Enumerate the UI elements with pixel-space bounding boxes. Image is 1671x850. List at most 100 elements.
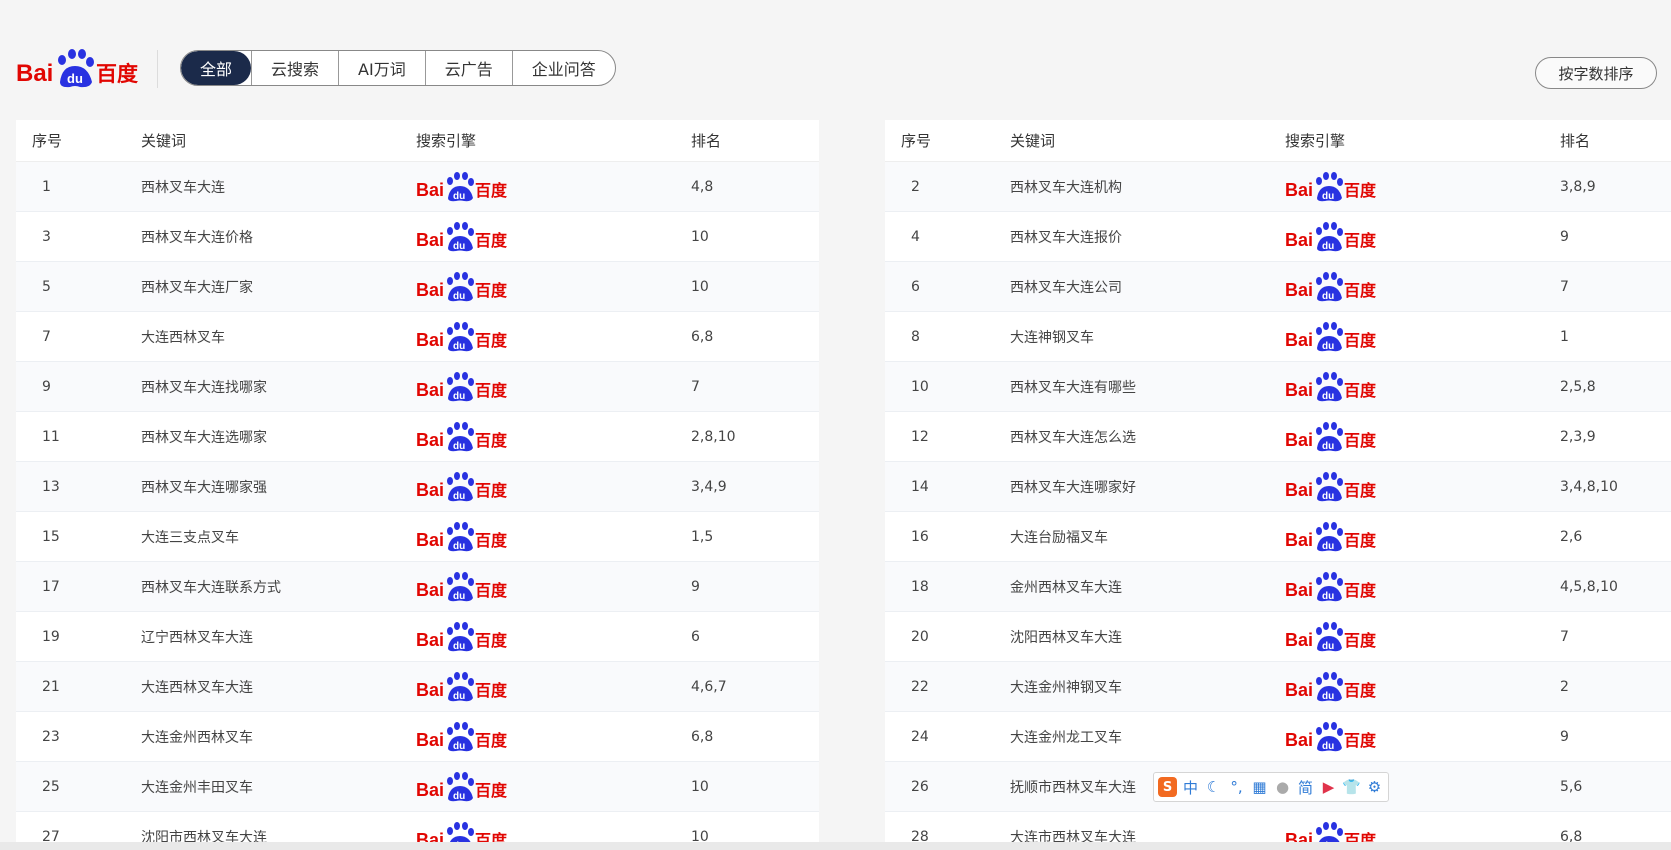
row-keyword[interactable]: 辽宁西林叉车大连 xyxy=(141,627,416,647)
row-keyword[interactable]: 大连台励福叉车 xyxy=(1010,527,1285,547)
tab-cloud-search[interactable]: 云搜索 xyxy=(251,51,338,85)
row-keyword[interactable]: 西林叉车大连 xyxy=(141,177,416,197)
table-row[interactable]: 5 西林叉车大连厂家 Bai du 百度 10 xyxy=(16,262,819,312)
header-divider xyxy=(157,50,158,88)
table-row[interactable]: 8 大连神钢叉车 Bai du 百度 1 xyxy=(885,312,1671,362)
table-row[interactable]: 22 大连金州神钢叉车 Bai du 百度 2 xyxy=(885,662,1671,712)
logo-text-bai: Bai xyxy=(16,60,53,87)
svg-text:百度: 百度 xyxy=(475,731,508,750)
row-engine: Bai du 百度 xyxy=(1285,269,1560,305)
video-icon[interactable]: ▶ xyxy=(1319,777,1338,797)
table-row[interactable]: 7 大连西林叉车 Bai du 百度 6,8 xyxy=(16,312,819,362)
ime-logo-icon[interactable]: S xyxy=(1158,777,1177,797)
table-row[interactable]: 19 辽宁西林叉车大连 Bai du 百度 6 xyxy=(16,612,819,662)
row-keyword[interactable]: 西林叉车大连怎么选 xyxy=(1010,427,1285,447)
svg-text:Bai: Bai xyxy=(1285,380,1313,400)
row-keyword[interactable]: 西林叉车大连有哪些 xyxy=(1010,377,1285,397)
table-row[interactable]: 21 大连西林叉车大连 Bai du 百度 4,6,7 xyxy=(16,662,819,712)
gear-icon[interactable]: ⚙ xyxy=(1365,777,1384,797)
svg-text:du: du xyxy=(453,741,465,752)
row-keyword[interactable]: 西林叉车大连公司 xyxy=(1010,277,1285,297)
row-keyword[interactable]: 沈阳西林叉车大连 xyxy=(1010,627,1285,647)
baidu-engine-icon: Bai du 百度 xyxy=(1285,621,1377,652)
baidu-engine-icon: Bai du 百度 xyxy=(1285,521,1377,552)
table-row[interactable]: 2 西林叉车大连机构 Bai du 百度 3,8,9 xyxy=(885,162,1671,212)
row-keyword[interactable]: 西林叉车大连价格 xyxy=(141,227,416,247)
row-engine: Bai du 百度 xyxy=(416,369,691,405)
row-rank: 6,8 xyxy=(691,728,714,745)
row-keyword[interactable]: 大连金州神钢叉车 xyxy=(1010,677,1285,697)
svg-text:Bai: Bai xyxy=(416,230,444,250)
table-row[interactable]: 9 西林叉车大连找哪家 Bai du 百度 7 xyxy=(16,362,819,412)
row-engine: Bai du 百度 xyxy=(416,719,691,755)
table-row[interactable]: 11 西林叉车大连选哪家 Bai du 百度 2,8,10 xyxy=(16,412,819,462)
table-row[interactable]: 20 沈阳西林叉车大连 Bai du 百度 7 xyxy=(885,612,1671,662)
row-number: 11 xyxy=(42,428,60,445)
row-keyword[interactable]: 金州西林叉车大连 xyxy=(1010,577,1285,597)
table-row[interactable]: 13 西林叉车大连哪家强 Bai du 百度 3,4,9 xyxy=(16,462,819,512)
row-rank: 2,8,10 xyxy=(691,428,736,445)
tab-cloud-ads[interactable]: 云广告 xyxy=(424,51,512,85)
row-keyword[interactable]: 西林叉车大连厂家 xyxy=(141,277,416,297)
svg-text:Bai: Bai xyxy=(416,480,444,500)
baidu-engine-icon: Bai du 百度 xyxy=(1285,371,1377,402)
table-row[interactable]: 25 大连金州丰田叉车 Bai du 百度 10 xyxy=(16,762,819,812)
table-row[interactable]: 6 西林叉车大连公司 Bai du 百度 7 xyxy=(885,262,1671,312)
row-number: 16 xyxy=(911,528,929,545)
row-engine: Bai du 百度 xyxy=(1285,169,1560,205)
user-icon[interactable]: ● xyxy=(1273,777,1292,797)
svg-text:Bai: Bai xyxy=(1285,530,1313,550)
baidu-engine-icon: Bai du 百度 xyxy=(416,671,508,702)
ime-simplified-toggle[interactable]: 简 xyxy=(1296,777,1315,797)
row-number: 5 xyxy=(42,278,51,295)
table-row[interactable]: 1 西林叉车大连 Bai du 百度 4,8 xyxy=(16,162,819,212)
row-keyword[interactable]: 西林叉车大连找哪家 xyxy=(141,377,416,397)
table-row[interactable]: 18 金州西林叉车大连 Bai du 百度 4,5,8,10 xyxy=(885,562,1671,612)
row-keyword[interactable]: 西林叉车大连选哪家 xyxy=(141,427,416,447)
table-row[interactable]: 3 西林叉车大连价格 Bai du 百度 10 xyxy=(16,212,819,262)
row-engine: Bai du 百度 xyxy=(1285,419,1560,455)
ime-toolbar: S 中 ☾ °, ▦ ● 简 ▶ 👕 ⚙ xyxy=(1153,772,1389,802)
row-rank: 3,4,9 xyxy=(691,478,727,495)
svg-text:Bai: Bai xyxy=(1285,680,1313,700)
table-row[interactable]: 12 西林叉车大连怎么选 Bai du 百度 2,3,9 xyxy=(885,412,1671,462)
row-keyword[interactable]: 西林叉车大连哪家强 xyxy=(141,477,416,497)
svg-text:百度: 百度 xyxy=(1344,531,1377,550)
ime-language-toggle[interactable]: 中 xyxy=(1181,777,1200,797)
baidu-logo[interactable]: Bai du 百度 xyxy=(16,46,140,90)
svg-text:du: du xyxy=(453,541,465,552)
row-keyword[interactable]: 大连三支点叉车 xyxy=(141,527,416,547)
table-row[interactable]: 15 大连三支点叉车 Bai du 百度 1,5 xyxy=(16,512,819,562)
skin-shirt-icon[interactable]: 👕 xyxy=(1342,777,1361,797)
table-row[interactable]: 17 西林叉车大连联系方式 Bai du 百度 9 xyxy=(16,562,819,612)
table-row[interactable]: 10 西林叉车大连有哪些 Bai du 百度 2,5,8 xyxy=(885,362,1671,412)
table-row[interactable]: 14 西林叉车大连哪家好 Bai du 百度 3,4,8,10 xyxy=(885,462,1671,512)
table-row[interactable]: 16 大连台励福叉车 Bai du 百度 2,6 xyxy=(885,512,1671,562)
punctuation-icon[interactable]: °, xyxy=(1227,777,1246,797)
keyboard-icon[interactable]: ▦ xyxy=(1250,777,1269,797)
logo-text-baidu-cn: 百度 xyxy=(96,62,138,86)
row-keyword[interactable]: 大连金州西林叉车 xyxy=(141,727,416,747)
tab-ai-keywords[interactable]: AI万词 xyxy=(338,51,425,85)
row-keyword[interactable]: 西林叉车大连哪家好 xyxy=(1010,477,1285,497)
row-engine: Bai du 百度 xyxy=(1285,569,1560,605)
svg-text:du: du xyxy=(1322,541,1334,552)
row-keyword[interactable]: 大连西林叉车 xyxy=(141,327,416,347)
svg-text:Bai: Bai xyxy=(416,330,444,350)
row-keyword[interactable]: 大连金州龙工叉车 xyxy=(1010,727,1285,747)
row-keyword[interactable]: 西林叉车大连机构 xyxy=(1010,177,1285,197)
sort-by-length-button[interactable]: 按字数排序 xyxy=(1535,57,1657,89)
row-keyword[interactable]: 西林叉车大连联系方式 xyxy=(141,577,416,597)
table-row[interactable]: 24 大连金州龙工叉车 Bai du 百度 9 xyxy=(885,712,1671,762)
tab-enterprise-qa[interactable]: 企业问答 xyxy=(511,51,615,85)
row-keyword[interactable]: 大连神钢叉车 xyxy=(1010,327,1285,347)
row-keyword[interactable]: 大连金州丰田叉车 xyxy=(141,777,416,797)
table-row[interactable]: 4 西林叉车大连报价 Bai du 百度 9 xyxy=(885,212,1671,262)
baidu-engine-icon: Bai du 百度 xyxy=(1285,271,1377,302)
moon-icon[interactable]: ☾ xyxy=(1204,777,1223,797)
table-row[interactable]: 23 大连金州西林叉车 Bai du 百度 6,8 xyxy=(16,712,819,762)
row-keyword[interactable]: 西林叉车大连报价 xyxy=(1010,227,1285,247)
row-keyword[interactable]: 大连西林叉车大连 xyxy=(141,677,416,697)
tab-all[interactable]: 全部 xyxy=(181,51,252,85)
horizontal-scrollbar[interactable] xyxy=(0,842,1671,850)
